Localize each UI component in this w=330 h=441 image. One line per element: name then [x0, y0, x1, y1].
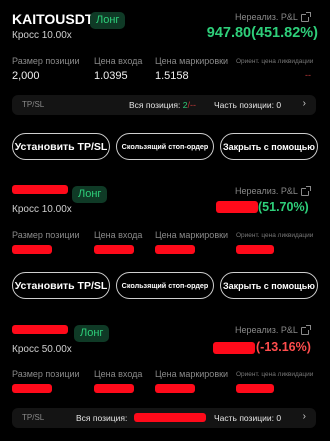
share-icon[interactable]: [300, 324, 311, 335]
chevron-right-icon[interactable]: ›: [303, 98, 306, 109]
redacted-mark: [155, 245, 195, 254]
redacted-entry: [94, 245, 134, 254]
mark-label: Цена маркировки: [155, 369, 229, 379]
liq-value: --: [305, 70, 311, 80]
leverage-label[interactable]: Кросс 50.00x: [12, 344, 72, 355]
entry-label: Цена входа: [94, 369, 143, 379]
all-position: Вся позиция:: [76, 413, 128, 423]
liq-label: Ориент. цена ликвидации: [236, 232, 314, 239]
leverage-label[interactable]: Кросс 10.00x: [12, 204, 72, 215]
set-tpsl-button[interactable]: Установить TP/SL: [12, 272, 110, 299]
size-value: 2,000: [12, 70, 40, 82]
tpsl-bar[interactable]: TP/SL Вся позиция: Часть позиции: 0 ›: [12, 408, 316, 428]
chevron-right-icon[interactable]: ›: [303, 411, 306, 422]
side-badge: Лонг: [72, 186, 108, 203]
close-with-button[interactable]: Закрыть с помощью: [220, 133, 318, 160]
redacted-pnl: [213, 342, 255, 354]
redacted-entry: [94, 384, 134, 393]
pnl-label: Нереализ. P&L: [235, 324, 311, 335]
tpsl-bar[interactable]: TP/SL Вся позиция: 2/-- Часть позиции: 0…: [12, 95, 316, 115]
side-badge: Лонг: [74, 325, 110, 342]
symbol-title[interactable]: KAITOUSDT: [12, 11, 93, 27]
redacted-size: [12, 245, 52, 254]
mark-label: Цена маркировки: [155, 230, 229, 240]
side-badge: Лонг: [90, 12, 126, 29]
close-with-button[interactable]: Закрыть с помощью: [220, 272, 318, 299]
redacted-liq: [236, 384, 274, 393]
leverage-label[interactable]: Кросс 10.00x: [12, 30, 72, 41]
part-position: Часть позиции: 0: [214, 100, 282, 110]
all-position: Вся позиция: 2/--: [129, 100, 196, 110]
trailing-stop-button[interactable]: Скользящий стоп-ордер: [116, 133, 214, 160]
tpsl-label: TP/SL: [22, 413, 45, 422]
redacted-all-position: [134, 413, 206, 422]
entry-label: Цена входа: [94, 56, 143, 66]
redacted-symbol: [12, 185, 68, 194]
redacted-liq: [236, 245, 274, 254]
redacted-mark: [155, 384, 195, 393]
pnl-label: Нереализ. P&L: [235, 185, 311, 196]
entry-label: Цена входа: [94, 230, 143, 240]
pnl-label: Нереализ. P&L: [235, 11, 311, 22]
redacted-pnl: [216, 201, 258, 213]
mark-label: Цена маркировки: [155, 56, 229, 66]
redacted-symbol: [12, 325, 68, 334]
liq-label: Ориент. цена ликвидации: [236, 58, 314, 65]
redacted-size: [12, 384, 52, 393]
pnl-value: 947.80(451.82%): [206, 25, 318, 41]
size-label: Размер позиции: [12, 230, 80, 240]
entry-value: 1.0395: [94, 70, 128, 82]
share-icon[interactable]: [300, 11, 311, 22]
part-position: Часть позиции: 0: [214, 413, 282, 423]
set-tpsl-button[interactable]: Установить TP/SL: [12, 133, 110, 160]
mark-value: 1.5158: [155, 70, 189, 82]
liq-label: Ориент. цена ликвидации: [236, 371, 314, 378]
trailing-stop-button[interactable]: Скользящий стоп-ордер: [116, 272, 214, 299]
pnl-value: (51.70%): [258, 200, 309, 214]
share-icon[interactable]: [300, 185, 311, 196]
size-label: Размер позиции: [12, 369, 80, 379]
tpsl-label: TP/SL: [22, 100, 45, 109]
size-label: Размер позиции: [12, 56, 80, 66]
pnl-value: (-13.16%): [256, 340, 311, 354]
